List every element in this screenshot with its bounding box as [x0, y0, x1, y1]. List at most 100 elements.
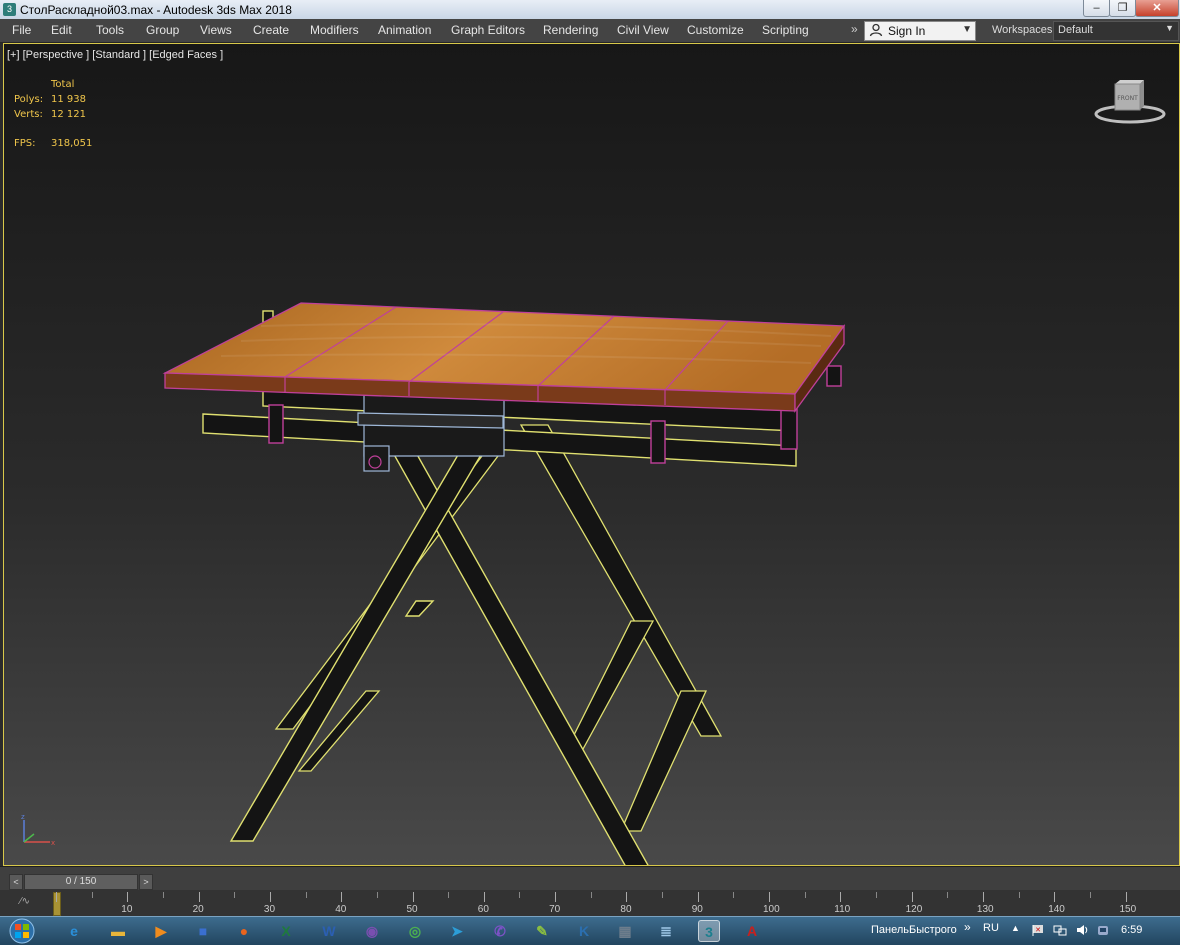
track-tick-label: 30 — [263, 904, 276, 915]
window-title: СтолРаскладной03.max - Autodesk 3ds Max … — [20, 3, 292, 17]
track-tick-label: 150 — [1119, 904, 1137, 915]
chrome-icon: ◎ — [408, 923, 422, 939]
track-tick — [875, 892, 877, 898]
menu-create[interactable]: Create — [253, 23, 289, 37]
track-tick-label: 120 — [905, 904, 923, 915]
track-tick — [662, 892, 664, 898]
menu-customize[interactable]: Customize — [687, 23, 744, 37]
track-tick — [483, 892, 485, 902]
perspective-viewport[interactable]: [+] [Perspective ] [Standard ] [Edged Fa… — [3, 43, 1180, 866]
toolbar-overflow-chevron-icon[interactable]: » — [964, 920, 971, 934]
track-tick-label: 130 — [976, 904, 994, 915]
track-bar[interactable]: ⁄∿ 10 20 30 40 50 60 70 80 90 100 110 120 130 140 150 — [0, 890, 1180, 916]
user-icon — [869, 23, 883, 37]
curve-editor-icon[interactable]: ⁄∿ — [20, 896, 30, 907]
menu-group[interactable]: Group — [146, 23, 179, 37]
viber-icon: ✆ — [494, 923, 506, 939]
menu-animation[interactable]: Animation — [378, 23, 431, 37]
sign-in-button[interactable]: Sign In ▼ — [864, 21, 976, 41]
taskbar-autocad-button[interactable]: A — [741, 920, 763, 942]
scene-canvas[interactable] — [4, 44, 1179, 865]
start-button[interactable] — [4, 918, 40, 944]
folding-table-front-legs[interactable] — [229, 425, 649, 865]
track-tick — [590, 892, 592, 898]
svg-text:z: z — [21, 814, 25, 821]
track-tick — [697, 892, 699, 902]
taskbar-calculator-button[interactable]: ▦ — [614, 920, 636, 942]
menu-tools[interactable]: Tools — [96, 23, 124, 37]
taskbar-ie-button[interactable]: e — [63, 920, 85, 942]
windows-taskbar: e ▬ ▶ ■ ● X W ◉ ◎ ➤ ✆ ✎ K ▦ ≣ 3 A ПанельБыстрого » RU ▲ … — [0, 916, 1180, 945]
track-tick — [911, 892, 913, 902]
workspaces-value: Default — [1058, 24, 1093, 36]
close-button[interactable]: ✕ — [1135, 0, 1179, 17]
taskbar-firefox-button[interactable]: ● — [233, 920, 255, 942]
time-next-button[interactable]: > — [139, 874, 153, 890]
minimize-button[interactable]: ‒ — [1083, 0, 1110, 17]
svg-text:✕: ✕ — [1035, 926, 1041, 934]
track-tick — [162, 892, 164, 898]
tray-flag-icon[interactable]: ✕ — [1031, 923, 1045, 937]
3dsmax-app-icon[interactable]: 3 — [3, 3, 16, 16]
taskbar-kompas-button[interactable]: K — [573, 920, 595, 942]
tor-icon: ◉ — [365, 923, 379, 939]
menu-graph-editors[interactable]: Graph Editors — [451, 23, 525, 37]
menu-civil-view[interactable]: Civil View — [617, 23, 669, 37]
viewcube-navigator[interactable]: FRONT — [1092, 74, 1168, 126]
excel-icon: X — [281, 923, 291, 939]
taskbar-excel-button[interactable]: X — [275, 920, 297, 942]
taskbar-3dsmax-button[interactable]: 3 — [698, 920, 720, 942]
track-tick — [376, 892, 378, 898]
time-prev-button[interactable]: < — [9, 874, 23, 890]
maximize-button[interactable]: ❐ — [1109, 0, 1136, 17]
viewcube-front-label: FRONT — [1117, 95, 1138, 102]
tray-network-icon[interactable] — [1053, 923, 1067, 937]
tray-security-icon[interactable] — [1096, 923, 1110, 937]
track-tick-label: 80 — [620, 904, 632, 915]
tray-expand-icon[interactable]: ▲ — [1011, 923, 1025, 937]
clock[interactable]: 6:59 — [1121, 924, 1142, 936]
track-tick — [519, 892, 521, 898]
track-tick — [91, 892, 93, 898]
title-bar: 3 СтолРаскладной03.max - Autodesk 3ds Ma… — [0, 0, 1180, 19]
track-tick-label: 20 — [192, 904, 204, 915]
tray-volume-icon[interactable] — [1075, 923, 1089, 937]
taskbar-app-drive-button[interactable]: ■ — [192, 920, 214, 942]
time-slider-thumb[interactable]: 0 / 150 — [24, 874, 138, 890]
menu-rendering[interactable]: Rendering — [543, 23, 598, 37]
taskbar-explorer-button[interactable]: ▬ — [107, 920, 129, 942]
taskbar-tor-button[interactable]: ◉ — [361, 920, 383, 942]
taskbar-chrome-button[interactable]: ◎ — [404, 920, 426, 942]
menu-edit[interactable]: Edit — [51, 23, 72, 37]
taskbar-viber-button[interactable]: ✆ — [489, 920, 511, 942]
menu-file[interactable]: File — [12, 23, 31, 37]
track-tick — [1018, 892, 1020, 898]
menu-modifiers[interactable]: Modifiers — [310, 23, 359, 37]
menu-scripting[interactable]: Scripting — [762, 23, 809, 37]
menu-overflow-chevron-icon[interactable]: » — [851, 22, 858, 36]
track-tick — [198, 892, 200, 902]
calculator-icon: ▦ — [618, 923, 632, 939]
time-slider[interactable]: < 0 / 150 > — [0, 866, 1180, 891]
workspaces-label: Workspaces: — [992, 24, 1056, 36]
chevron-down-icon[interactable]: ▼ — [962, 24, 972, 35]
taskbar-word-button[interactable]: W — [318, 920, 340, 942]
menu-bar: File Edit Tools Group Views Create Modif… — [0, 19, 1180, 43]
notes-icon: ✎ — [536, 923, 548, 939]
sign-in-label: Sign In — [888, 24, 926, 38]
taskbar-telegram-button[interactable]: ➤ — [446, 920, 468, 942]
menu-views[interactable]: Views — [200, 23, 232, 37]
workspaces-dropdown[interactable]: Default ▼ — [1053, 21, 1179, 41]
track-tick-label: 140 — [1048, 904, 1065, 915]
taskbar-notepad-button[interactable]: ≣ — [655, 920, 677, 942]
track-tick — [804, 892, 806, 898]
track-tick-label: 60 — [477, 904, 489, 915]
taskbar-notes-button[interactable]: ✎ — [531, 920, 553, 942]
track-tick — [56, 892, 57, 902]
current-frame-marker[interactable] — [53, 892, 61, 916]
quick-launch-toolbar-label[interactable]: ПанельБыстрого — [871, 924, 957, 936]
track-tick — [626, 892, 628, 902]
track-tick — [947, 892, 949, 898]
language-indicator[interactable]: RU — [983, 922, 999, 934]
taskbar-media-player-button[interactable]: ▶ — [150, 920, 172, 942]
